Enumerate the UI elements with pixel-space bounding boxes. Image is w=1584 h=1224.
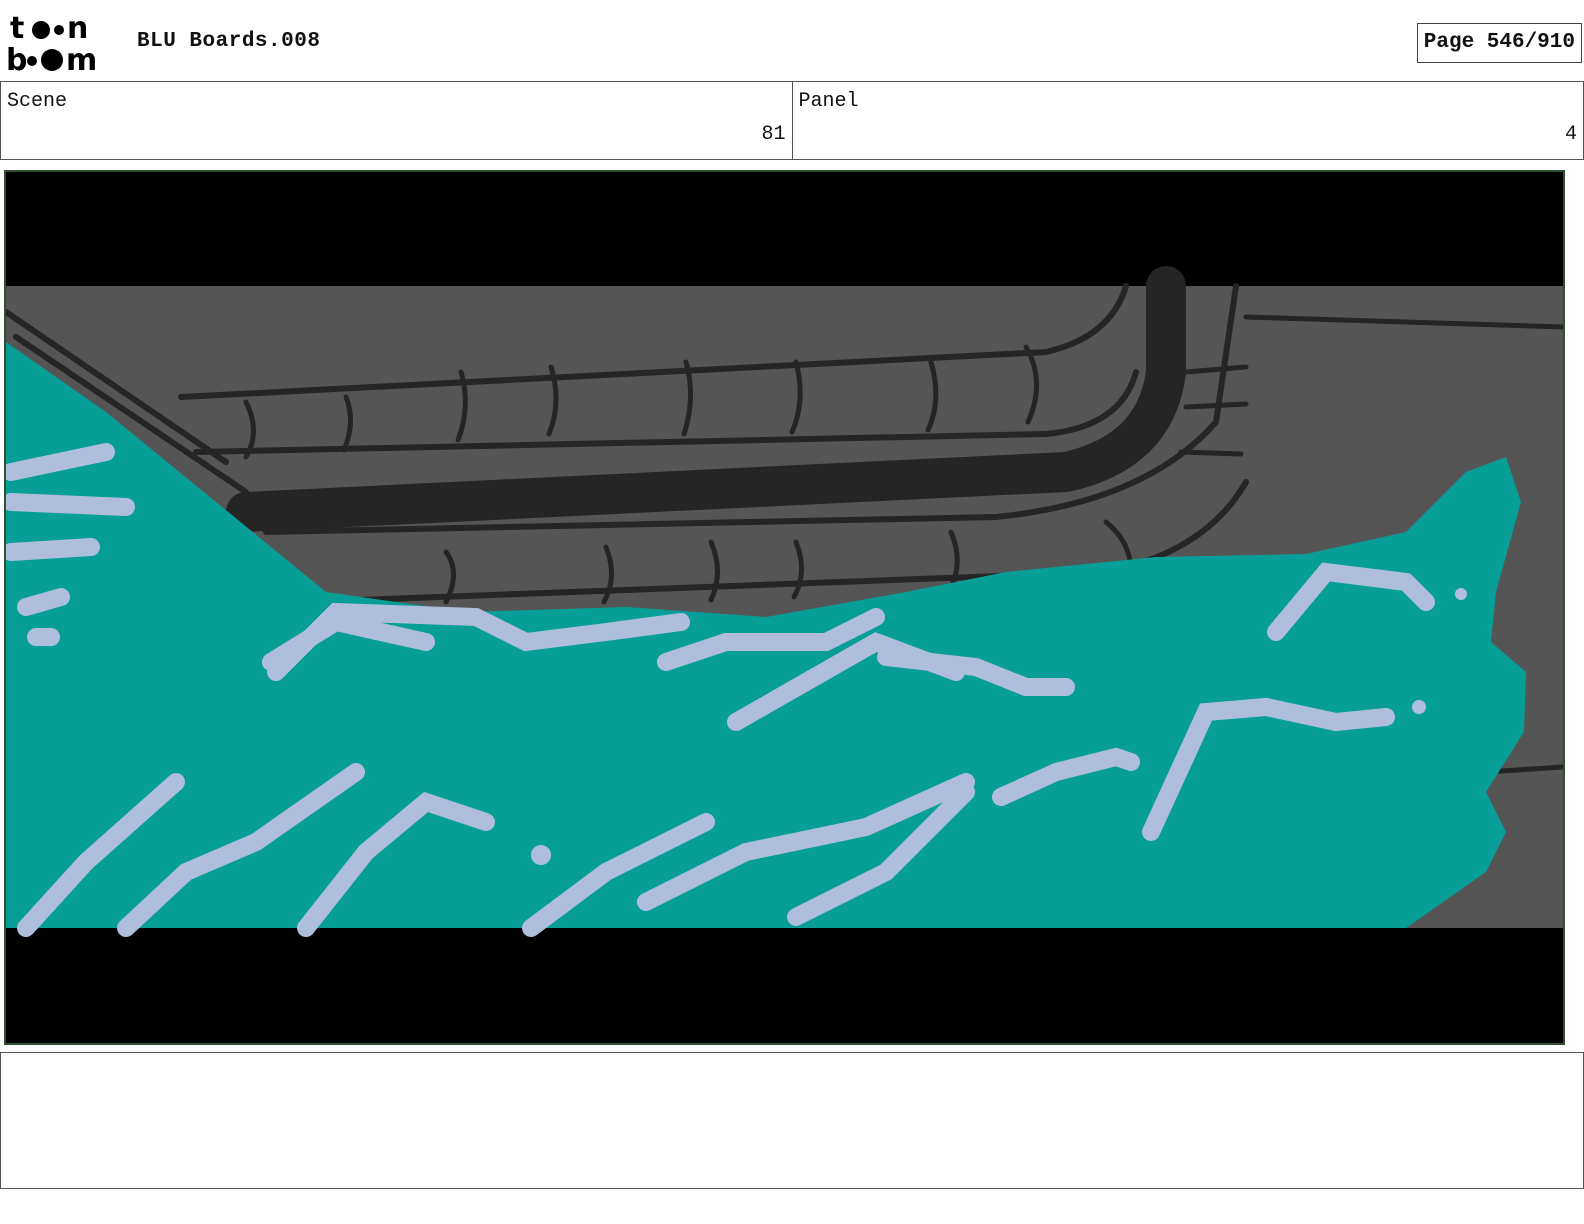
storyboard-sketch-illustration (6, 172, 1563, 1043)
toon-boom-logo: t n b m (6, 11, 97, 76)
scene-panel-info: Scene 81 Panel 4 (0, 81, 1584, 160)
scene-label: Scene (7, 90, 68, 113)
svg-text:b: b (6, 43, 27, 76)
panel-notes-area (0, 1052, 1584, 1189)
storyboard-panel-image (4, 170, 1565, 1045)
panel-number: 4 (1564, 123, 1577, 146)
page-indicator: Page 546/910 (1416, 23, 1582, 63)
panel-cell: Panel 4 (791, 82, 1584, 159)
svg-text:m: m (66, 43, 97, 76)
document-title: BLU Boards.008 (137, 30, 321, 53)
svg-text:n: n (67, 11, 88, 46)
scene-cell: Scene 81 (1, 82, 792, 159)
panel-label: Panel (798, 90, 859, 113)
page-header: t n b m BLU Boards.008 Page 546/910 (0, 0, 1584, 82)
svg-text:t: t (10, 11, 24, 46)
scene-number: 81 (761, 123, 786, 146)
